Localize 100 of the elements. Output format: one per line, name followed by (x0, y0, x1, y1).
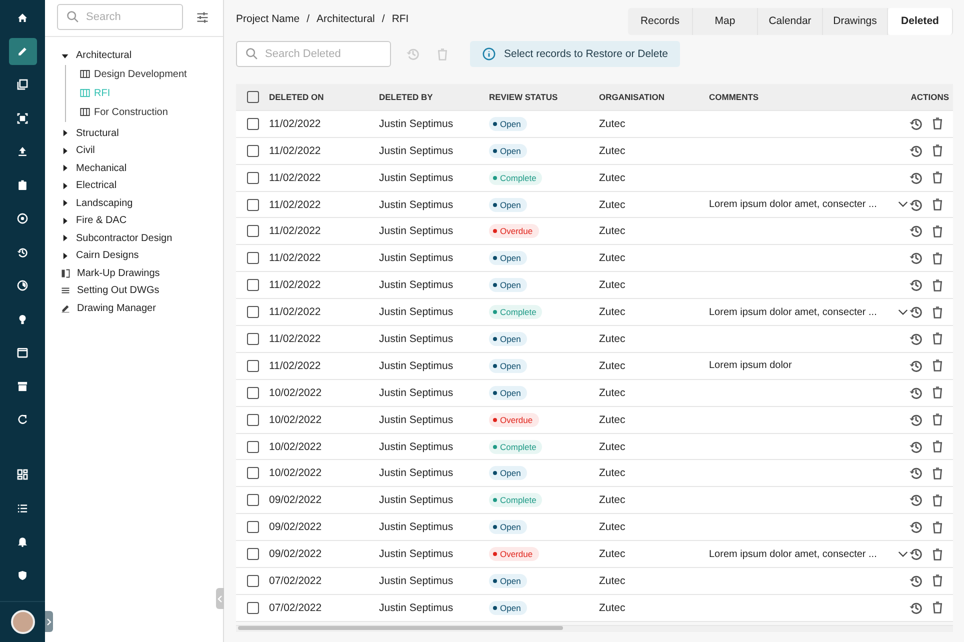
tree-item[interactable]: Civil (61, 142, 223, 160)
trash-icon[interactable] (930, 197, 945, 212)
row-checkbox[interactable] (246, 144, 258, 157)
trash-icon[interactable] (930, 412, 945, 428)
breadcrumb-link[interactable]: Architectural (316, 13, 375, 25)
row-checkbox[interactable] (246, 548, 258, 560)
tab[interactable]: Map (693, 8, 758, 34)
status-badge: Complete (489, 305, 542, 320)
trash-icon[interactable] (930, 520, 945, 535)
upload-icon (16, 145, 29, 158)
tree-item[interactable]: Structural (61, 124, 223, 142)
row-checkbox[interactable] (246, 198, 258, 210)
trash-icon[interactable] (930, 358, 945, 374)
trash-icon[interactable] (930, 600, 945, 616)
trash-icon[interactable] (930, 278, 945, 293)
row-checkbox[interactable] (246, 172, 258, 184)
trash-icon[interactable] (930, 170, 945, 186)
caret-right-icon[interactable] (61, 129, 69, 138)
caret-right-icon[interactable] (61, 146, 69, 155)
status-badge: Complete (489, 170, 542, 185)
trash-icon[interactable] (930, 224, 945, 239)
tree-item[interactable]: Design Development (80, 64, 223, 84)
tab[interactable]: Calendar (758, 8, 823, 34)
tab[interactable]: Drawings (823, 8, 888, 34)
tree-item[interactable]: For Construction (80, 102, 223, 122)
trash-icon[interactable] (930, 331, 945, 346)
restore-icon[interactable] (908, 277, 924, 294)
trash-icon[interactable] (930, 546, 945, 562)
restore-icon[interactable] (908, 304, 924, 320)
filter-icon[interactable] (195, 10, 210, 24)
caret-right-icon[interactable] (61, 234, 69, 242)
tree-item[interactable]: Drawing Manager (61, 300, 223, 317)
tab[interactable]: Records (628, 8, 693, 34)
row-checkbox[interactable] (246, 602, 258, 614)
documents-icon (16, 78, 29, 91)
caret-down-icon[interactable] (61, 52, 69, 60)
chevron-down-icon[interactable] (898, 308, 908, 316)
row-checkbox[interactable] (246, 360, 258, 372)
tab[interactable]: Deleted (888, 8, 953, 34)
trash-icon[interactable] (930, 304, 945, 320)
row-checkbox[interactable] (246, 279, 258, 292)
trash-icon[interactable] (930, 143, 945, 158)
row-checkbox[interactable] (246, 252, 258, 264)
table-cell-text: Justin Septimus (379, 574, 454, 587)
chevron-down-icon[interactable] (898, 550, 908, 558)
breadcrumb-link[interactable]: Project Name (236, 13, 300, 25)
table-cell-text: Zutec (599, 118, 626, 130)
tree-item[interactable]: Fire & DAC (61, 212, 223, 230)
tree-item[interactable]: Subcontractor Design (61, 230, 223, 247)
row-checkbox[interactable] (246, 386, 258, 399)
restore-icon[interactable] (908, 519, 924, 536)
row-checkbox[interactable] (246, 225, 258, 238)
row-checkbox[interactable] (246, 574, 258, 587)
tree-item[interactable]: Mechanical (61, 160, 223, 177)
restore-icon[interactable] (908, 223, 924, 240)
row-checkbox[interactable] (246, 467, 258, 480)
table-cell-text: 07/02/2022 (269, 574, 323, 587)
trash-icon[interactable] (930, 439, 945, 454)
nav-button[interactable] (8, 38, 36, 64)
chevron-down-icon[interactable] (898, 201, 908, 208)
row-checkbox[interactable] (246, 306, 258, 318)
row-checkbox[interactable] (246, 521, 258, 534)
avatar[interactable] (10, 610, 34, 634)
trash-icon[interactable] (930, 116, 945, 132)
tree-item[interactable]: Mark-Up Drawings (61, 264, 223, 282)
tree-item[interactable]: Landscaping (61, 194, 223, 212)
search-field[interactable]: Search (57, 4, 183, 30)
caret-right-icon[interactable] (61, 216, 69, 225)
caret-right-icon[interactable] (61, 164, 69, 172)
search-field[interactable]: Search Deleted (236, 41, 391, 67)
trash-icon[interactable] (930, 385, 945, 400)
comment-text: Lorem ipsum dolor (709, 360, 792, 372)
restore-icon[interactable] (908, 492, 924, 508)
restore-icon[interactable] (908, 250, 924, 266)
row-checkbox[interactable] (246, 332, 258, 345)
caret-right-icon[interactable] (61, 252, 69, 260)
row-checkbox[interactable] (246, 118, 258, 130)
row-checkbox[interactable] (246, 440, 258, 453)
row-checkbox[interactable] (246, 494, 258, 506)
row-checkbox[interactable] (246, 414, 258, 426)
breadcrumb-link[interactable]: RFI (392, 13, 409, 25)
dashboard-icon (16, 468, 29, 481)
select-all-checkbox[interactable] (246, 90, 258, 103)
tree-item[interactable]: Architectural (61, 47, 223, 64)
table-cell-text: 09/02/2022 (269, 494, 323, 506)
tree-item[interactable]: Electrical (61, 177, 223, 194)
trash-icon[interactable] (930, 492, 945, 508)
caret-right-icon[interactable] (61, 182, 69, 190)
trash-icon[interactable] (930, 466, 945, 481)
tree-item[interactable]: Setting Out DWGs (61, 282, 223, 300)
restore-icon[interactable] (908, 465, 924, 482)
caret-right-icon[interactable] (61, 199, 69, 208)
table-cell-text: Zutec (599, 225, 626, 238)
trash-icon[interactable] (930, 250, 945, 266)
scrollbar-thumb[interactable] (238, 626, 563, 630)
restore-icon[interactable] (908, 546, 924, 562)
trash-icon[interactable] (930, 573, 945, 588)
table-cell-text: 09/02/2022 (269, 548, 323, 560)
expand-button[interactable] (45, 611, 53, 632)
tree-item[interactable]: Cairn Designs (61, 247, 223, 264)
